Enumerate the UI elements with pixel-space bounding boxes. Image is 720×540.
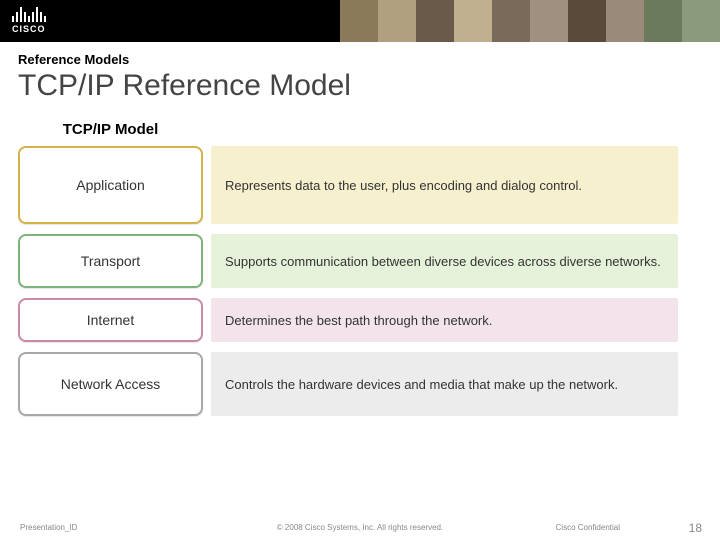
- layer-row-application: Application Represents data to the user,…: [18, 146, 678, 224]
- slide-content: Reference Models TCP/IP Reference Model …: [0, 42, 720, 416]
- layer-box-transport: Transport: [18, 234, 203, 288]
- layer-desc-application: Represents data to the user, plus encodi…: [211, 146, 678, 224]
- layer-box-internet: Internet: [18, 298, 203, 342]
- cisco-logo: CISCO: [12, 4, 46, 34]
- tcpip-model-diagram: TCP/IP Model Application Represents data…: [18, 121, 678, 416]
- footer-page-number: 18: [689, 521, 702, 535]
- layer-desc-internet: Determines the best path through the net…: [211, 298, 678, 342]
- decorative-people-strip: [340, 0, 720, 42]
- layer-row-internet: Internet Determines the best path throug…: [18, 298, 678, 342]
- layer-box-network-access: Network Access: [18, 352, 203, 416]
- slide-title: TCP/IP Reference Model: [18, 69, 702, 103]
- cisco-logo-bars: [12, 4, 46, 22]
- slide-eyebrow: Reference Models: [18, 52, 702, 67]
- model-header-row: TCP/IP Model: [18, 121, 678, 146]
- header-band: CISCO: [0, 0, 720, 42]
- layer-row-transport: Transport Supports communication between…: [18, 234, 678, 288]
- model-heading: TCP/IP Model: [18, 121, 203, 146]
- layer-desc-transport: Supports communication between diverse d…: [211, 234, 678, 288]
- layer-box-application: Application: [18, 146, 203, 224]
- footer-confidential: Cisco Confidential: [556, 523, 620, 532]
- cisco-logo-text: CISCO: [12, 24, 46, 34]
- slide-footer: Presentation_ID © 2008 Cisco Systems, In…: [0, 523, 720, 532]
- layer-desc-network-access: Controls the hardware devices and media …: [211, 352, 678, 416]
- layer-row-network-access: Network Access Controls the hardware dev…: [18, 352, 678, 416]
